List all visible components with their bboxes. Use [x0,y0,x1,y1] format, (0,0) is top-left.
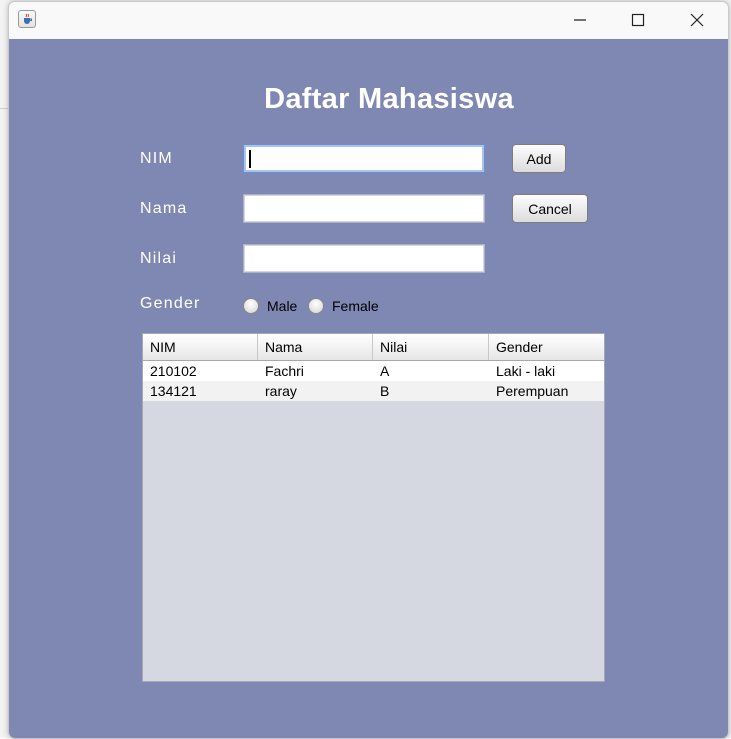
gender-label: Gender [140,295,201,312]
cell-nilai[interactable]: A [373,361,489,381]
female-radio-label: Female [332,298,379,314]
table-header: NIM Nama Nilai Gender [143,334,604,361]
cell-nama[interactable]: raray [258,381,373,401]
cell-nim[interactable]: 210102 [143,361,258,381]
gender-male-option[interactable]: Male [243,296,297,316]
minimize-icon [574,19,586,21]
close-button[interactable] [668,2,726,38]
title-bar [9,2,728,38]
cell-nilai[interactable]: B [373,381,489,401]
column-header-nama[interactable]: Nama [258,334,373,360]
column-header-gender[interactable]: Gender [489,334,604,360]
add-button[interactable]: Add [512,144,566,173]
nama-label: Nama [140,200,188,217]
java-cup-icon[interactable] [18,10,36,28]
nim-input[interactable] [243,144,485,173]
maximize-icon [631,13,645,27]
close-icon [690,13,704,27]
table-row[interactable]: 210102 Fachri A Laki - laki [143,361,604,381]
cell-gender[interactable]: Laki - laki [489,361,604,381]
nilai-input[interactable] [243,244,485,273]
male-radio-label: Male [267,298,298,314]
cell-nama[interactable]: Fachri [258,361,373,381]
table-row[interactable]: 134121 raray B Perempuan [143,381,604,401]
app-window: Daftar Mahasiswa NIM Add Nama Cancel Nil… [8,1,729,739]
minimize-button[interactable] [551,2,609,38]
nilai-label: Nilai [140,250,178,267]
cancel-button[interactable]: Cancel [512,194,588,223]
table-body: 210102 Fachri A Laki - laki 134121 raray… [143,361,604,401]
cell-gender[interactable]: Perempuan [489,381,604,401]
column-header-nilai[interactable]: Nilai [373,334,489,360]
female-radio[interactable] [308,298,324,314]
column-header-nim[interactable]: NIM [143,334,258,360]
maximize-button[interactable] [609,2,667,38]
page-title: Daftar Mahasiswa [264,83,514,115]
nim-label: NIM [140,150,173,167]
gender-female-option[interactable]: Female [308,296,379,316]
student-table[interactable]: NIM Nama Nilai Gender 210102 Fachri A La… [142,333,605,682]
male-radio[interactable] [243,298,259,314]
main-panel: Daftar Mahasiswa NIM Add Nama Cancel Nil… [9,39,728,738]
cell-nim[interactable]: 134121 [143,381,258,401]
nama-input[interactable] [243,194,485,223]
text-caret [249,150,251,168]
